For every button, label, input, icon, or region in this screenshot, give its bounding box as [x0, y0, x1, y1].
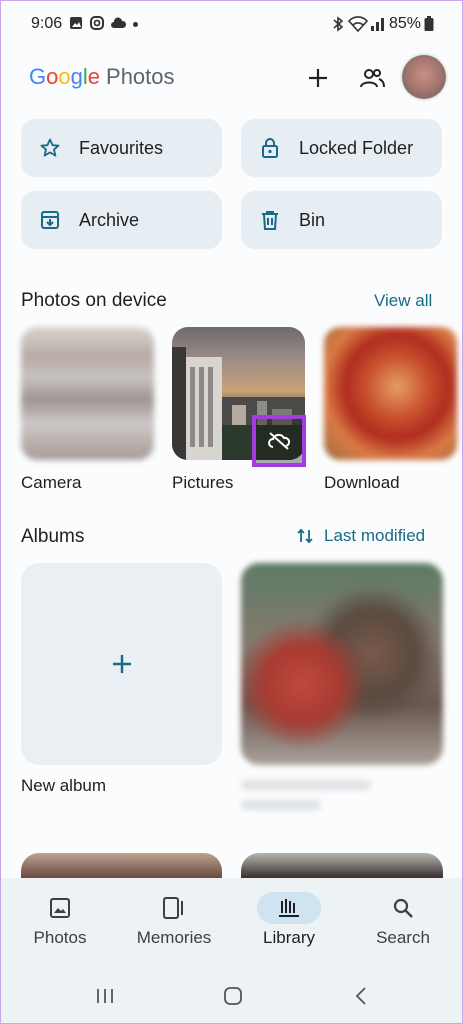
status-bar: 9:06 85% — [0, 0, 463, 50]
trash-icon — [262, 211, 278, 230]
nav-label-memories: Memories — [136, 928, 212, 947]
photos-on-device-title: Photos on device — [21, 290, 167, 311]
add-button[interactable] — [300, 60, 336, 96]
bin-button[interactable]: Bin — [241, 191, 442, 249]
favourites-button[interactable]: Favourites — [21, 119, 222, 177]
battery-icon — [424, 16, 434, 31]
google-photos-logo: Google Photos — [29, 64, 175, 89]
cloud-notification-icon — [111, 17, 126, 28]
nav-label-library: Library — [263, 928, 315, 947]
nav-tab-library[interactable]: Library — [239, 878, 339, 968]
cloud-off-badge — [252, 415, 306, 467]
gallery-notification-icon — [70, 17, 82, 29]
sharing-button[interactable] — [354, 60, 390, 96]
search-icon — [393, 898, 413, 918]
nav-label-photos: Photos — [33, 928, 87, 947]
cloud-off-icon — [268, 432, 291, 450]
locked-folder-label: Locked Folder — [299, 137, 414, 158]
back-icon[interactable] — [354, 986, 368, 1006]
plus-icon — [112, 655, 131, 673]
memories-icon — [163, 897, 183, 919]
wifi-icon — [348, 16, 368, 32]
download-folder-thumbnail[interactable] — [324, 327, 457, 460]
bottom-navigation: Photos Memories Library Search — [0, 878, 463, 968]
archive-label: Archive — [79, 209, 140, 230]
home-icon[interactable] — [223, 986, 243, 1006]
camera-folder-thumbnail[interactable] — [21, 327, 154, 460]
star-icon — [40, 138, 60, 157]
album-thumbnail[interactable] — [241, 563, 443, 765]
battery-percentage: 85% — [389, 15, 422, 32]
album-count-blurred — [241, 800, 321, 810]
new-album-card[interactable] — [21, 563, 222, 765]
sort-arrows-icon — [297, 528, 313, 544]
plus-icon — [309, 69, 327, 87]
sort-button[interactable]: Last modified — [297, 524, 425, 548]
signal-icon — [371, 18, 384, 31]
bin-label: Bin — [299, 209, 326, 230]
download-folder-label: Download — [324, 473, 400, 492]
favourites-label: Favourites — [79, 137, 164, 158]
recent-apps-icon[interactable] — [95, 987, 115, 1005]
library-icon — [279, 899, 299, 917]
view-all-link[interactable]: View all — [374, 291, 432, 311]
camera-folder-label: Camera — [21, 473, 82, 492]
new-album-label: New album — [21, 776, 107, 795]
lock-icon — [262, 138, 278, 158]
pictures-folder-label: Pictures — [172, 473, 234, 492]
instagram-notification-icon — [90, 16, 104, 30]
nav-tab-search[interactable]: Search — [353, 878, 453, 968]
sort-label: Last modified — [324, 526, 426, 545]
bluetooth-icon — [333, 16, 344, 32]
photo-icon — [50, 898, 70, 918]
archive-icon — [41, 211, 59, 229]
account-avatar[interactable] — [402, 55, 446, 99]
nav-tab-photos[interactable]: Photos — [10, 878, 110, 968]
more-notifications-dot-icon — [133, 22, 138, 27]
system-navigation-bar — [0, 968, 463, 1024]
archive-button[interactable]: Archive — [21, 191, 222, 249]
status-time: 9:06 — [31, 15, 63, 32]
albums-title: Albums — [21, 526, 85, 547]
nav-label-search: Search — [376, 928, 430, 947]
nav-tab-memories[interactable]: Memories — [124, 878, 224, 968]
people-icon — [360, 69, 385, 88]
album-title-blurred — [241, 780, 371, 790]
locked-folder-button[interactable]: Locked Folder — [241, 119, 442, 177]
